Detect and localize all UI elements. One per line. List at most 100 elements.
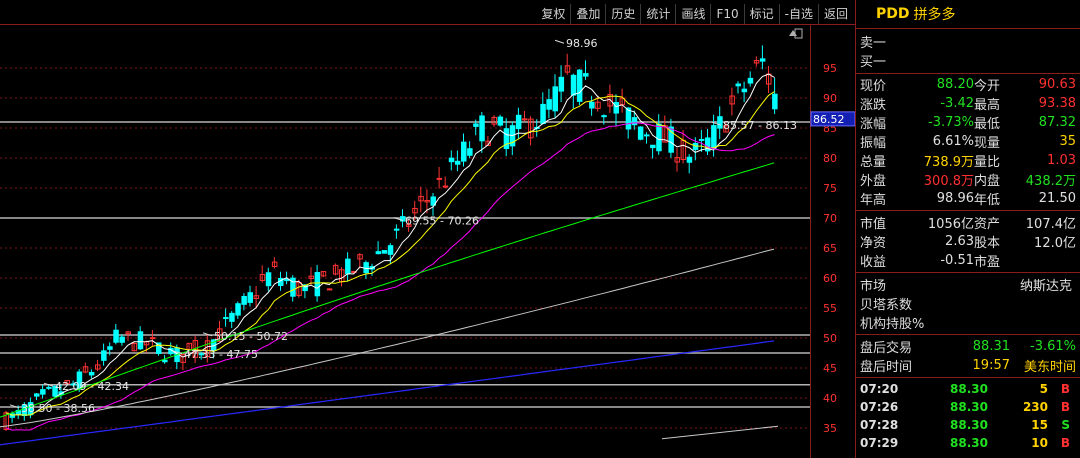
candle-body [345,258,351,275]
afterhours-tz: 美东时间 [1023,360,1076,375]
candle-body [650,144,656,149]
quote-row: 现价 88.20 今开 90.63 [856,75,1080,94]
candle-body [235,303,241,316]
trade-side: S [1061,418,1070,432]
candle-body [393,228,400,231]
fund-value: -0.51 [940,253,974,268]
candle-body [570,74,577,96]
afterhours-trade-row: 盘后交易 88.31 -3.61% [856,337,1080,356]
candle-body [461,141,467,162]
afterhours-pct: -3.61% [1030,339,1076,354]
price-tick-label: 45 [823,362,837,375]
sell1-label: 卖一 [860,36,887,51]
afterhours-time-label: 盘后时间 [860,360,913,375]
quote-panel: PDD 拼多多 卖一 买一 现价 88.20 今开 90.63 涨跌 -3.42 最高 93.… [855,0,1080,458]
trade-side: B [1060,400,1070,414]
kline-chart[interactable]: 3540455055606570758085909598.9685.57 - 8… [0,24,855,458]
candle-body [34,393,40,397]
candle-body [381,250,388,254]
price-annotation: 50.15 - 50.72 [214,330,288,343]
toolbar-btn-4[interactable]: 画线 [675,4,710,24]
toolbar-btn-0[interactable]: 复权 [536,4,570,24]
candle-body [656,123,662,152]
afterhours-time-row: 盘后时间 19:57 美东时间 [856,356,1080,375]
price-annotation: 47.33 - 47.75 [184,348,258,361]
quote-value: -3.73% [928,115,974,130]
candle-body [631,117,638,126]
quote-value: 6.61% [932,134,974,149]
candle-body [497,116,504,126]
fund-label: 资产 [974,217,1001,232]
fund-row: 净资 2.63 股本 12.0亿 [856,232,1080,251]
candle-body [454,160,461,165]
afterhours-block: 盘后交易 88.31 -3.61% 盘后时间 19:57 美东时间 [856,335,1080,375]
trade-price: 88.30 [950,382,988,396]
quote-label: 最低 [974,117,1001,132]
quote-label: 总量 [860,155,887,170]
quote-value: 1.03 [1047,153,1076,168]
toolbar-btn-1[interactable]: 叠加 [570,4,605,24]
market-block: 市场 纳斯达克 贝塔系数 机构持股% [856,273,1080,332]
quote-value: 90.63 [1038,77,1076,92]
quote-value: -3.42 [940,96,974,111]
kline-chart-area[interactable]: 复权 叠加 历史 统计 画线 F10 标记 -自选 返回 35 40 45 50 55 60 65 70 75 8… [0,0,855,458]
price-tick-label: 65 [823,242,837,255]
candle-body [88,371,95,376]
trade-volume: 230 [1022,400,1048,414]
inst-row: 机构持股% [856,313,1080,332]
trades-block: 07:20 88.30 5 B 07:26 88.30 230 B 07:28 88.30 15 S 0… [856,378,1080,452]
beta-row: 贝塔系数 [856,294,1080,313]
stock-name: 拼多多 [913,7,956,23]
market-row: 市场 纳斯达克 [856,275,1080,294]
candle-body [314,272,321,297]
quote-value: 88.20 [936,77,974,92]
trade-side: B [1060,436,1070,450]
price-tick-label: 35 [823,422,837,435]
quote-row: 涨跌 -3.42 最高 93.38 [856,94,1080,113]
trade-row: 07:20 88.30 5 B [856,380,1080,398]
quote-row: 总量 738.9万 量比 1.03 [856,151,1080,170]
toolbar-btn-7[interactable]: -自选 [778,4,818,24]
candle-body [229,312,235,322]
candle-body [241,296,247,305]
candle-body [711,125,717,149]
quote-value: 21.50 [1038,191,1076,206]
candle-body [759,58,766,62]
toolbar-btn-3[interactable]: 统计 [640,4,675,24]
quote-value: 300.8万 [923,174,974,189]
candle-body [558,76,565,92]
candle-body [149,337,156,340]
trade-time: 07:20 [860,382,899,396]
candle-body [644,134,650,137]
trade-row: 07:29 88.30 10 B [856,434,1080,452]
quote-label: 最高 [974,98,1001,113]
candle-body [101,350,107,361]
trade-volume: 5 [1039,382,1048,396]
candle-body [137,331,144,350]
candle-body [576,69,583,102]
quote-value: 98.96 [936,191,974,206]
toolbar-btn-8[interactable]: 返回 [817,4,853,24]
fund-label: 市盈 [974,255,1001,270]
trade-price: 88.30 [950,418,988,432]
quote-label: 现价 [860,79,887,94]
toolbar-btn-5[interactable]: F10 [710,4,743,24]
candle-body [162,359,168,363]
candle-body [717,116,723,129]
toolbar-btn-6[interactable]: 标记 [743,4,779,24]
price-tick-label: 50 [823,332,837,345]
fund-label: 市值 [860,217,887,232]
price-annotation: 38.50 - 38.56 [21,402,95,415]
chart-marker-icon [789,30,797,36]
candle-body [552,86,558,112]
buy1-row: 买一 [856,51,1080,70]
quote-label: 现量 [974,136,1001,151]
candle-body [515,114,522,130]
price-tick-label: 40 [823,392,837,405]
toolbar-btn-2[interactable]: 历史 [605,4,640,24]
candle-body [40,389,46,395]
trade-volume: 15 [1031,418,1048,432]
candle-body [601,115,607,118]
beta-label: 贝塔系数 [860,298,913,313]
quote-label: 年低 [974,193,1001,208]
